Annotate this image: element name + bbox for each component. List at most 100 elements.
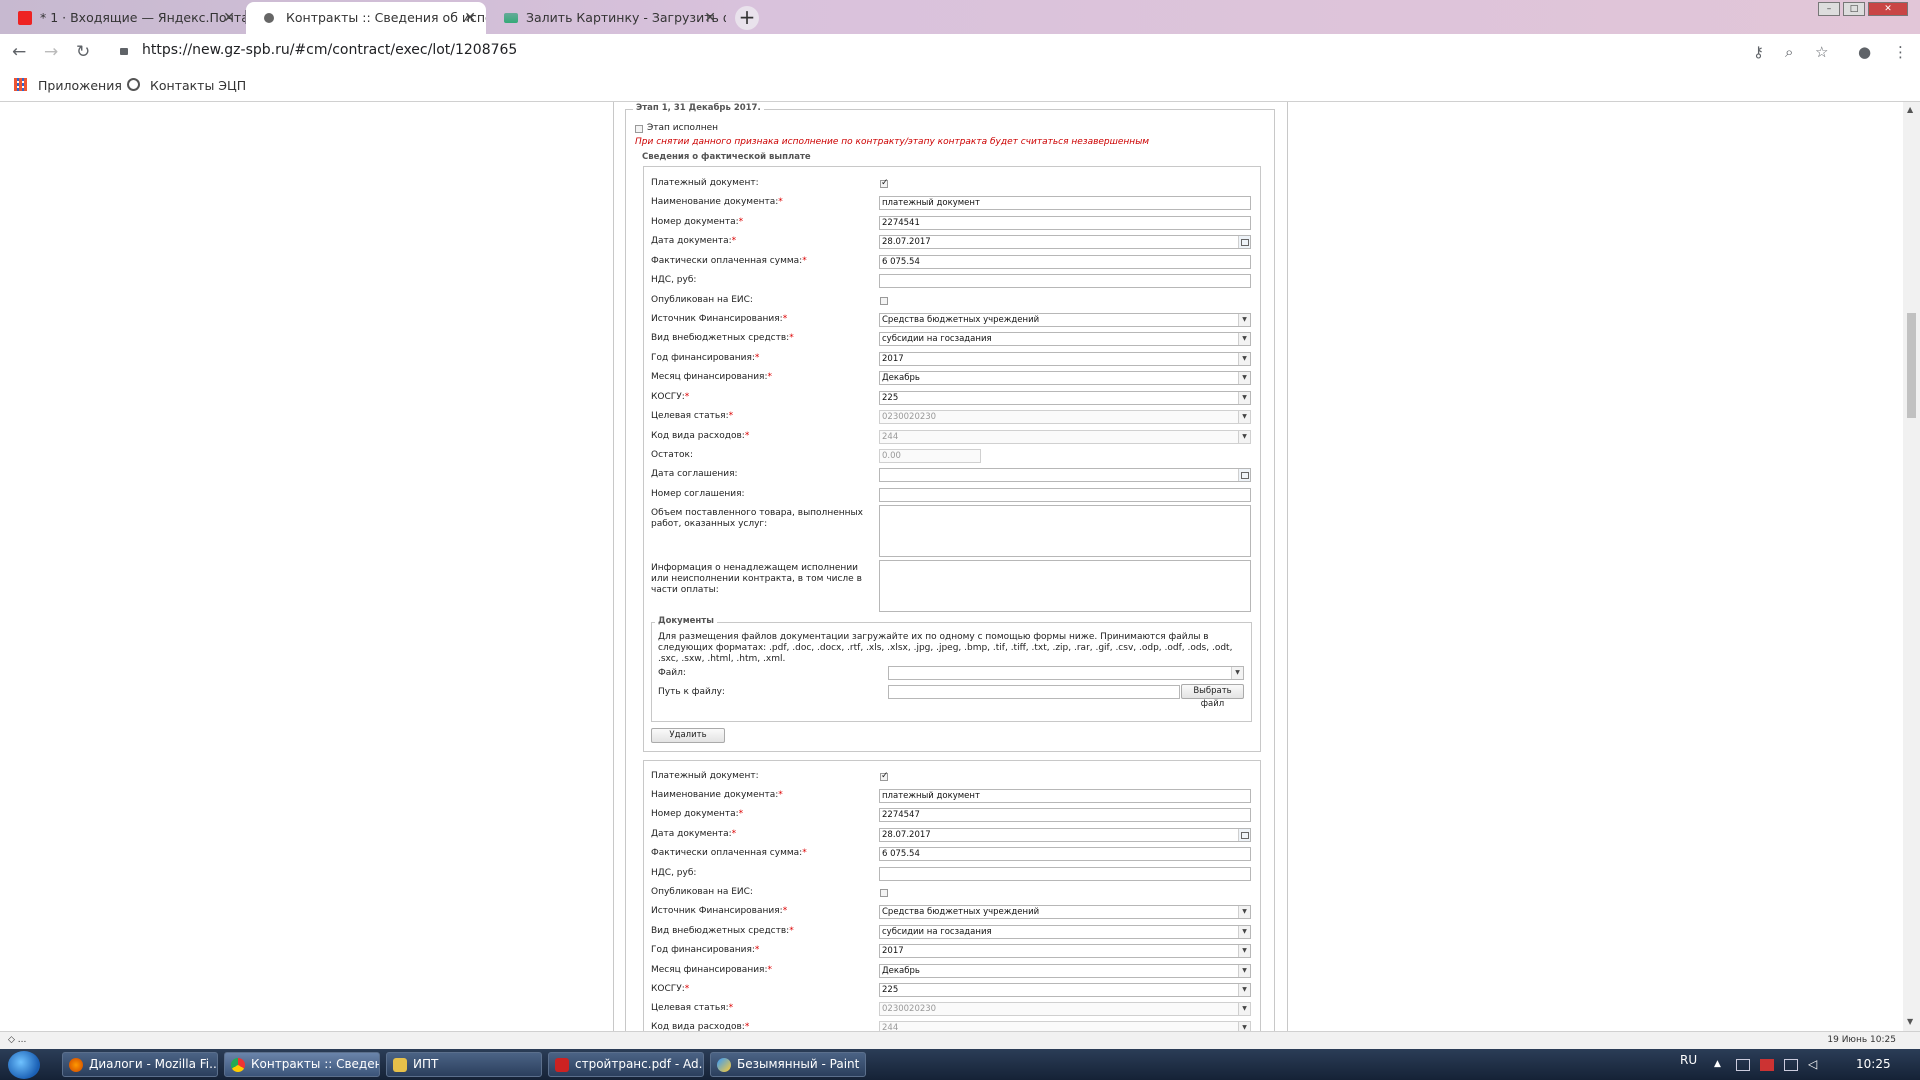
agreement-number-input[interactable] — [879, 488, 1251, 502]
file-select[interactable]: ▼ — [888, 666, 1244, 680]
chevron-down-icon: ▼ — [1231, 667, 1243, 679]
vat-input[interactable] — [879, 274, 1251, 288]
key-icon[interactable]: ⚷ — [1753, 43, 1764, 61]
payment-doc-checkbox[interactable] — [880, 771, 889, 781]
forward-arrow-icon[interactable]: → — [44, 42, 58, 62]
close-icon[interactable]: ✕ — [223, 2, 235, 34]
scroll-down-icon[interactable]: ▼ — [1907, 1017, 1913, 1026]
taskbar-item-firefox[interactable]: Диалоги - Mozilla Fi... — [62, 1052, 218, 1077]
published-label: Опубликован на ЕИС: — [651, 887, 753, 897]
maximize-button[interactable]: □ — [1843, 2, 1865, 16]
network-icon[interactable] — [1784, 1059, 1798, 1071]
fin-year-select[interactable]: 2017 ▼ — [879, 352, 1251, 366]
doc-name-label: Наименование документа:* — [651, 197, 783, 207]
doc-name-input[interactable]: платежный документ — [879, 196, 1251, 210]
zoom-icon[interactable]: ⌕ — [1785, 43, 1793, 61]
doc-number-input[interactable]: 2274547 — [879, 808, 1251, 822]
kosgu-select[interactable]: 225 ▼ — [879, 983, 1251, 997]
agreement-number-label: Номер соглашения: — [651, 489, 745, 499]
file-path-input[interactable] — [888, 685, 1180, 699]
improper-info-label: Информация о ненадлежащем исполнении или… — [651, 563, 862, 595]
reload-icon[interactable]: ↻ — [76, 42, 90, 62]
fin-source-select[interactable]: Средства бюджетных учреждений ▼ — [879, 905, 1251, 919]
tab-contracts[interactable]: Контракты :: Сведения об испол ✕ — [246, 2, 486, 34]
kosgu-select[interactable]: 225 ▼ — [879, 391, 1251, 405]
paid-sum-label: Фактически оплаченная сумма:* — [651, 848, 807, 858]
expense-code-select: 244 ▼ — [879, 1021, 1251, 1031]
doc-date-input[interactable]: 28.07.2017 — [879, 235, 1251, 249]
paid-sum-input[interactable]: 6 075.54 — [879, 847, 1251, 861]
doc-number-input[interactable]: 2274541 — [879, 216, 1251, 230]
fin-year-select[interactable]: 2017 ▼ — [879, 944, 1251, 958]
stage-completed-label: Этап исполнен — [647, 123, 719, 133]
volume-textarea[interactable] — [879, 505, 1251, 557]
taskbar-item-folder[interactable]: ИПТ — [386, 1052, 542, 1077]
tab-upload-image[interactable]: Залить Картинку - Загрузить фо ✕ — [486, 2, 726, 34]
improper-info-textarea[interactable] — [879, 560, 1251, 612]
pdf-icon — [555, 1058, 569, 1072]
bookmark-ecp-contacts[interactable]: Контакты ЭЦП — [150, 78, 246, 93]
fin-month-select[interactable]: Декабрь ▼ — [879, 371, 1251, 385]
menu-icon[interactable]: ⋮ — [1893, 43, 1908, 61]
stage-completed-checkbox[interactable] — [635, 125, 643, 133]
documents-info-text: Для размещения файлов документации загру… — [658, 632, 1233, 664]
url-field[interactable]: https://new.gz-spb.ru/#cm/contract/exec/… — [142, 42, 517, 58]
paid-sum-label: Фактически оплаченная сумма:* — [651, 256, 807, 266]
taskbar-item-acrobat[interactable]: стройтранс.pdf - Ad... — [548, 1052, 704, 1077]
tab-label: * 1 · Входящие — Яндекс.Почта — [40, 10, 245, 25]
expense-code-label: Код вида расходов:* — [651, 431, 750, 441]
new-tab-button[interactable]: + — [735, 6, 759, 30]
doc-date-input[interactable]: 28.07.2017 — [879, 828, 1251, 842]
status-bar: ◇ ... 19 Июнь 10:25 — [0, 1031, 1920, 1049]
chrome-icon — [231, 1058, 245, 1072]
tab-yandex-mail[interactable]: * 1 · Входящие — Яндекс.Почта ✕ — [0, 2, 245, 34]
tray-expand-icon[interactable]: ▲ — [1714, 1059, 1721, 1069]
fin-source-select[interactable]: Средства бюджетных учреждений ▼ — [879, 313, 1251, 327]
extra-funds-select[interactable]: субсидии на госзадания ▼ — [879, 332, 1251, 346]
taskbar-item-paint[interactable]: Безымянный - Paint — [710, 1052, 866, 1077]
calendar-icon[interactable] — [1238, 469, 1250, 481]
calendar-icon[interactable] — [1238, 236, 1250, 248]
calendar-icon[interactable] — [1238, 829, 1250, 841]
chevron-down-icon: ▼ — [1238, 353, 1250, 365]
extra-funds-label: Вид внебюджетных средств:* — [651, 926, 794, 936]
chevron-down-icon: ▼ — [1238, 965, 1250, 977]
account-icon[interactable]: ● — [1858, 43, 1871, 61]
published-label: Опубликован на ЕИС: — [651, 295, 753, 305]
start-button[interactable] — [8, 1051, 40, 1079]
doc-name-input[interactable]: платежный документ — [879, 789, 1251, 803]
paid-sum-input[interactable]: 6 075.54 — [879, 255, 1251, 269]
bookmark-apps[interactable]: Приложения — [38, 78, 122, 93]
star-icon[interactable]: ☆ — [1815, 43, 1828, 61]
scroll-up-icon[interactable]: ▲ — [1907, 105, 1913, 114]
taskbar-item-chrome[interactable]: Контракты :: Сведен... — [224, 1052, 380, 1077]
doc-number-label: Номер документа:* — [651, 217, 744, 227]
minimize-button[interactable]: – — [1818, 2, 1840, 16]
close-window-button[interactable]: ✕ — [1868, 2, 1908, 16]
agreement-date-input[interactable] — [879, 468, 1251, 482]
fin-source-label: Источник Финансирования:* — [651, 314, 788, 324]
choose-file-button[interactable]: Выбрать файл — [1181, 684, 1244, 709]
payment-doc-label: Платежный документ: — [651, 771, 759, 781]
clock-text[interactable]: 10:25 — [1856, 1057, 1891, 1071]
taskbar-item-label: Диалоги - Mozilla Fi... — [89, 1057, 218, 1071]
extra-funds-select[interactable]: субсидии на госзадания ▼ — [879, 925, 1251, 939]
target-article-select: 0230020230 ▼ — [879, 1002, 1251, 1016]
tray-security-icon[interactable] — [1760, 1059, 1774, 1071]
language-indicator[interactable]: RU — [1680, 1053, 1697, 1067]
delete-button[interactable]: Удалить — [651, 728, 725, 743]
page-viewport: Этап 1, 31 Декабрь 2017. Этап исполнен П… — [0, 102, 1920, 1031]
payment-doc-checkbox[interactable] — [880, 178, 889, 188]
close-icon[interactable]: ✕ — [704, 2, 716, 34]
close-icon[interactable]: ✕ — [464, 2, 476, 34]
tray-app-icon[interactable] — [1736, 1059, 1750, 1071]
scrollbar-thumb[interactable] — [1907, 313, 1916, 418]
fin-month-select[interactable]: Декабрь ▼ — [879, 964, 1251, 978]
chevron-down-icon: ▼ — [1238, 333, 1250, 345]
fin-year-label: Год финансирования:* — [651, 945, 760, 955]
vat-input[interactable] — [879, 867, 1251, 881]
expense-code-label: Код вида расходов:* — [651, 1022, 750, 1031]
back-arrow-icon[interactable]: ← — [12, 42, 26, 62]
page-scrollbar[interactable]: ▲ ▼ — [1903, 102, 1920, 1031]
volume-icon[interactable]: ◁ — [1808, 1057, 1817, 1071]
